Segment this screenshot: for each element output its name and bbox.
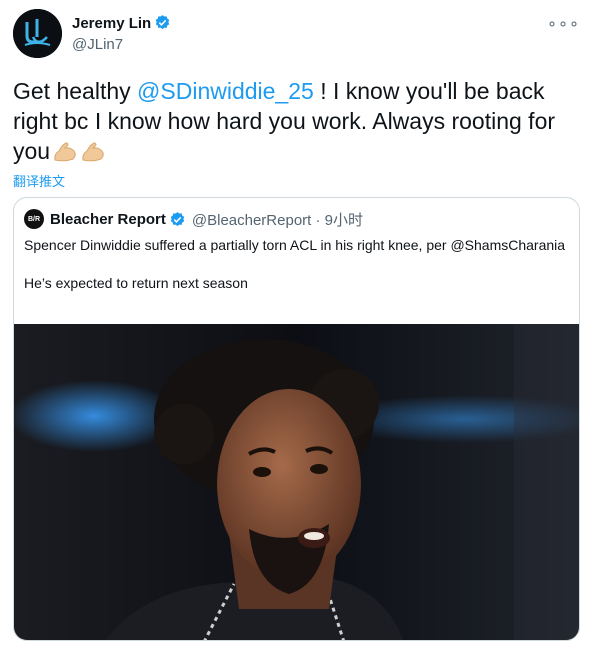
logo-text: B/R xyxy=(27,215,41,223)
author-name-text: Jeremy Lin xyxy=(72,15,152,32)
tweet-text-before: Get healthy xyxy=(13,78,138,104)
avatar-logo-icon xyxy=(13,9,62,58)
quoted-author-handle-time: @BleacherReport · 9小时 xyxy=(191,211,363,229)
flexed-biceps-emoji-icon xyxy=(54,142,76,162)
bleacher-report-logo[interactable]: B/R xyxy=(24,209,44,229)
quoted-author-name[interactable]: Bleacher Report xyxy=(50,211,166,228)
flexed-biceps-emoji-icon-2 xyxy=(82,142,104,162)
basketball-player-photo[interactable] xyxy=(14,324,580,641)
quoted-text-line-1: Spencer Dinwiddie suffered a partially t… xyxy=(24,237,566,253)
verified-badge-icon xyxy=(155,15,170,30)
quoted-verified-badge-icon xyxy=(170,211,185,226)
tweet-text: Get healthy @SDinwiddie_25 ! I know you'… xyxy=(13,76,578,166)
quoted-tweet-header: B/R Bleacher Report @BleacherReport · 9小… xyxy=(24,209,363,229)
author-handle[interactable]: @JLin7 xyxy=(72,36,123,53)
more-options-button[interactable]: ∘∘∘ xyxy=(547,14,580,34)
quoted-text-line-2: He’s expected to return next season xyxy=(24,275,248,291)
mention-link[interactable]: @SDinwiddie_25 xyxy=(137,78,314,104)
author-avatar[interactable] xyxy=(13,9,62,58)
quoted-tweet-card[interactable]: B/R Bleacher Report @BleacherReport · 9小… xyxy=(13,197,580,641)
quoted-tweet-text: Spencer Dinwiddie suffered a partially t… xyxy=(24,236,569,293)
author-name[interactable]: Jeremy Lin xyxy=(72,14,171,32)
translate-tweet-link[interactable]: 翻译推文 xyxy=(13,171,65,190)
